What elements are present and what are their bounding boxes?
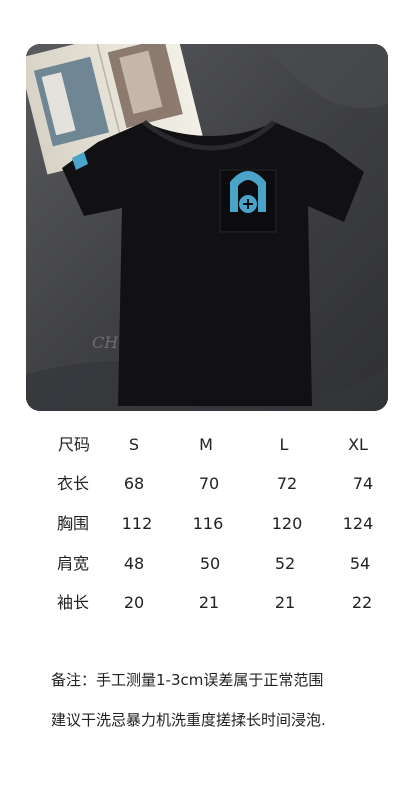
cell-m: 21 bbox=[198, 593, 220, 612]
cell-l: 52 bbox=[274, 554, 296, 573]
row-label: 肩宽 bbox=[56, 554, 90, 573]
header-m: M bbox=[199, 435, 213, 454]
cell-xl: 124 bbox=[342, 514, 374, 533]
table-row: 胸围 112 116 120 124 bbox=[0, 509, 416, 539]
tshirt-photo-illustration: CH bbox=[26, 44, 388, 411]
table-row: 袖长 20 21 21 22 bbox=[0, 588, 416, 618]
cell-s: 68 bbox=[123, 474, 145, 493]
cell-s: 48 bbox=[123, 554, 145, 573]
table-row: 肩宽 48 50 52 54 bbox=[0, 549, 416, 579]
table-row: 衣长 68 70 72 74 bbox=[0, 469, 416, 499]
cell-m: 70 bbox=[198, 474, 220, 493]
header-size: 尺码 bbox=[57, 435, 91, 454]
cell-xl: 74 bbox=[352, 474, 374, 493]
header-s: S bbox=[128, 435, 140, 454]
cell-xl: 54 bbox=[349, 554, 371, 573]
cell-l: 21 bbox=[274, 593, 296, 612]
header-l: L bbox=[279, 435, 289, 454]
measurement-note: 备注：手工测量1-3cm误差属于正常范围 bbox=[51, 671, 324, 689]
cell-xl: 22 bbox=[351, 593, 373, 612]
product-photo: CH bbox=[26, 44, 388, 411]
cell-l: 120 bbox=[271, 514, 303, 533]
row-label: 衣长 bbox=[56, 474, 90, 493]
cell-s: 20 bbox=[123, 593, 145, 612]
row-label: 袖长 bbox=[56, 593, 90, 612]
cell-s: 112 bbox=[121, 514, 153, 533]
header-xl: XL bbox=[348, 435, 368, 454]
cell-l: 72 bbox=[276, 474, 298, 493]
table-header-row: 尺码 S M L XL bbox=[0, 430, 416, 460]
row-label: 胸围 bbox=[56, 514, 90, 533]
monogram-text: CH bbox=[92, 333, 119, 352]
washing-note: 建议干洗忌暴力机洗重度搓揉长时间浸泡. bbox=[51, 711, 326, 729]
cell-m: 116 bbox=[192, 514, 224, 533]
cell-m: 50 bbox=[199, 554, 221, 573]
